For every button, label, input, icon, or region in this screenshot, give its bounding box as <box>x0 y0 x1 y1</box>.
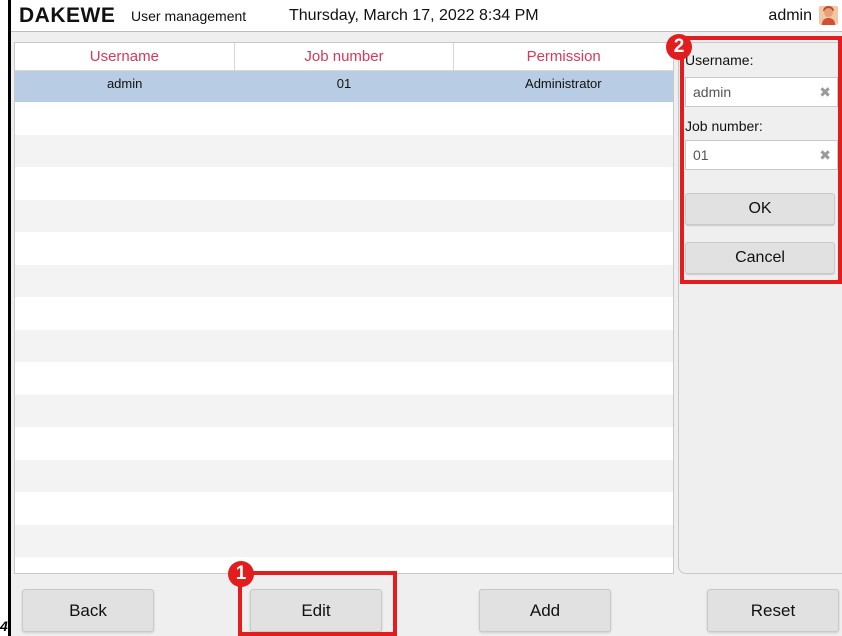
job-number-field[interactable]: ✖ <box>685 140 838 170</box>
reset-button[interactable]: Reset <box>707 589 839 632</box>
table-row[interactable] <box>15 297 673 330</box>
add-button[interactable]: Add <box>479 589 611 632</box>
table-row[interactable] <box>15 459 673 492</box>
ok-button[interactable]: OK <box>685 193 835 225</box>
clear-username-icon[interactable]: ✖ <box>819 84 831 100</box>
column-permission[interactable]: Permission <box>454 43 673 70</box>
table-row[interactable] <box>15 427 673 460</box>
table-row[interactable]: admin 01 Administrator <box>15 71 673 102</box>
table-row[interactable] <box>15 362 673 395</box>
edit-user-panel: Username: ✖ Job number: ✖ OK Cancel <box>678 42 842 574</box>
back-button[interactable]: Back <box>22 589 154 632</box>
cell-job-number: 01 <box>336 76 352 91</box>
job-number-input[interactable] <box>686 141 813 169</box>
table-row[interactable] <box>15 264 673 297</box>
username-input[interactable] <box>686 78 813 106</box>
table-row[interactable] <box>15 524 673 557</box>
app-logo: DAKEWE <box>19 4 116 27</box>
step-1-badge: 1 <box>228 561 254 587</box>
table-row[interactable] <box>15 199 673 232</box>
avatar-icon[interactable] <box>819 6 838 25</box>
job-number-label: Job number: <box>685 118 763 134</box>
table-row[interactable] <box>15 557 673 573</box>
table-row[interactable] <box>15 492 673 525</box>
table-row[interactable] <box>15 232 673 265</box>
column-username[interactable]: Username <box>15 43 235 70</box>
title-bar: DAKEWE User management Thursday, March 1… <box>11 0 842 32</box>
edit-button[interactable]: Edit <box>250 589 382 632</box>
cell-username: admin <box>106 76 143 91</box>
table-row[interactable] <box>15 394 673 427</box>
cell-permission: Administrator <box>525 76 602 91</box>
date-time: Thursday, March 17, 2022 8:34 PM <box>289 7 539 24</box>
table-row[interactable] <box>15 102 673 135</box>
table-row[interactable] <box>15 167 673 200</box>
cancel-button[interactable]: Cancel <box>685 242 835 274</box>
page-title: User management <box>131 8 247 24</box>
current-user[interactable]: admin <box>768 7 812 25</box>
table-header: Username Job number Permission <box>15 43 673 71</box>
table-row[interactable] <box>15 329 673 362</box>
table-row[interactable] <box>15 134 673 167</box>
column-job-number[interactable]: Job number <box>235 43 455 70</box>
username-label: Username: <box>685 52 754 68</box>
clear-job-number-icon[interactable]: ✖ <box>819 147 831 163</box>
user-table: Username Job number Permission admin 01 … <box>14 42 674 574</box>
stray-mark: 4 <box>0 618 8 634</box>
step-2-badge: 2 <box>666 34 692 60</box>
username-field[interactable]: ✖ <box>685 77 838 107</box>
